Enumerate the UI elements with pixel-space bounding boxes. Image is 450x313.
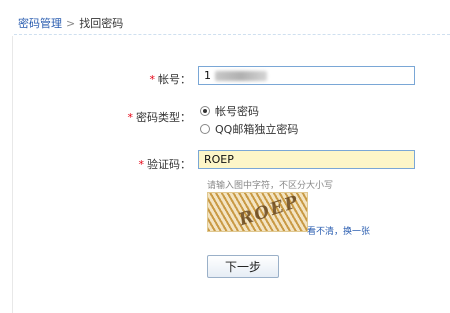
captcha-input-value: ROEP — [204, 153, 234, 166]
account-input[interactable]: 1 — [198, 66, 415, 85]
password-type-option-label: 帐号密码 — [215, 105, 259, 118]
password-type-option-label: QQ邮箱独立密码 — [215, 123, 299, 136]
captcha-label: * 验证码： — [71, 156, 192, 172]
captcha-hint: 请输入图中字符，不区分大小写 — [207, 181, 334, 191]
radio-unchecked-icon[interactable] — [200, 124, 210, 134]
required-mark: * — [149, 73, 156, 86]
next-step-button[interactable]: 下一步 — [207, 255, 279, 278]
password-type-option-qqmail[interactable]: QQ邮箱独立密码 — [200, 121, 298, 137]
captcha-image-text: ROEP — [236, 192, 303, 231]
required-mark: * — [127, 111, 134, 124]
breadcrumb-current: 找回密码 — [79, 17, 124, 30]
left-border — [12, 36, 13, 313]
breadcrumb-password-management[interactable]: 密码管理 — [18, 17, 62, 30]
password-type-label-text: 密码类型： — [136, 111, 191, 124]
account-label: * 帐号： — [71, 71, 192, 87]
account-redacted-blur — [215, 71, 267, 81]
captcha-label-text: 验证码： — [147, 158, 191, 171]
breadcrumb-separator: > — [66, 17, 76, 30]
breadcrumb: 密码管理 > 找回密码 — [18, 15, 123, 31]
required-mark: * — [138, 158, 145, 171]
radio-checked-icon[interactable] — [200, 106, 210, 116]
account-input-value: 1 — [204, 69, 211, 82]
password-type-label: * 密码类型： — [71, 109, 192, 125]
password-type-option-account[interactable]: 帐号密码 — [200, 103, 259, 119]
header-divider — [14, 34, 450, 35]
captcha-image[interactable]: ROEP — [207, 192, 308, 232]
captcha-refresh-link[interactable]: 看不清，换一张 — [307, 224, 370, 237]
captcha-input[interactable]: ROEP — [198, 150, 415, 169]
account-label-text: 帐号： — [158, 73, 191, 86]
